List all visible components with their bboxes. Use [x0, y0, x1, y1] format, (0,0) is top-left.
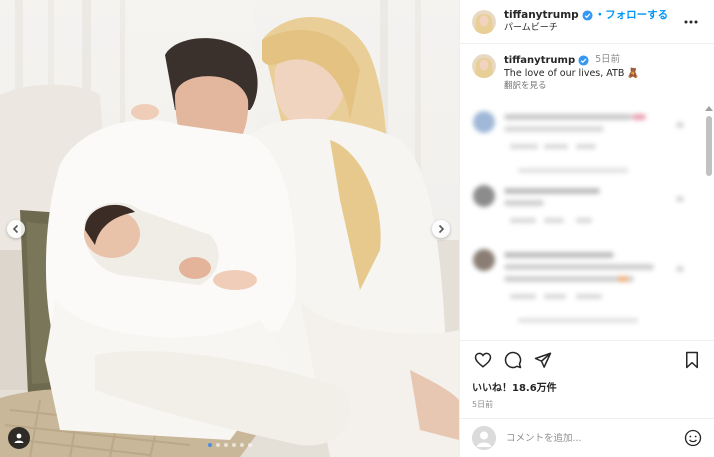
chevron-right-icon — [438, 224, 445, 234]
post-actions: いいね！18.6万件 5日前 — [460, 340, 714, 410]
heart-icon — [474, 352, 492, 368]
username[interactable]: tiffanytrump — [504, 9, 579, 22]
blurred-comments — [473, 111, 684, 323]
caption-username[interactable]: tiffanytrump — [504, 54, 575, 68]
post-photo[interactable] — [0, 0, 459, 457]
carousel-dot — [231, 443, 236, 447]
caption-text: The love of our lives, ATB 🧸 — [504, 67, 640, 79]
save-button[interactable] — [681, 349, 703, 371]
comments-section[interactable]: tiffanytrump 5日前 The love of our lives, … — [460, 44, 714, 340]
like-button[interactable] — [472, 349, 494, 371]
post-details-panel: tiffanytrump ・フォローする パームビーチ tiffanytrump… — [459, 0, 714, 457]
tagged-users-button[interactable] — [8, 427, 30, 449]
carousel-dot — [223, 443, 228, 447]
profile-photo — [472, 9, 496, 34]
add-comment-bar — [460, 418, 714, 457]
default-avatar-icon — [472, 426, 496, 450]
scroll-up-arrow-icon[interactable] — [705, 106, 713, 111]
comments-scrollbar[interactable] — [705, 106, 713, 340]
likes-count[interactable]: いいね！18.6万件 — [472, 379, 703, 394]
photo-image — [0, 0, 459, 457]
carousel-dot — [239, 443, 244, 447]
emoji-button[interactable] — [683, 428, 703, 448]
post-header: tiffanytrump ・フォローする パームビーチ — [460, 0, 714, 44]
viewer-avatar — [472, 426, 496, 450]
post-time[interactable]: 5日前 — [472, 399, 703, 410]
comment-button[interactable] — [502, 349, 524, 371]
more-options-button[interactable] — [680, 11, 702, 33]
paper-plane-icon — [534, 352, 552, 368]
carousel-next-button[interactable] — [432, 220, 450, 238]
caption-avatar[interactable] — [472, 54, 496, 78]
user-icon — [14, 433, 24, 443]
follow-button[interactable]: ・フォローする — [595, 9, 669, 22]
caption-time: 5日前 — [595, 54, 621, 66]
verified-badge-icon — [582, 10, 593, 21]
see-translation-link[interactable]: 翻訳を見る — [504, 81, 639, 92]
avatar[interactable] — [472, 9, 496, 34]
caption: tiffanytrump 5日前 The love of our lives, … — [472, 54, 701, 93]
carousel-dot — [215, 443, 220, 447]
profile-photo — [472, 54, 496, 78]
verified-badge-icon — [578, 55, 589, 66]
bookmark-icon — [686, 351, 698, 369]
scrollbar-thumb[interactable] — [706, 116, 712, 176]
more-horizontal-icon — [684, 20, 698, 23]
chevron-left-icon — [12, 224, 19, 234]
comment-icon — [504, 351, 522, 369]
carousel-dot — [207, 443, 212, 447]
carousel-indicator — [0, 443, 459, 447]
share-button[interactable] — [532, 349, 554, 371]
location-link[interactable]: パームビーチ — [504, 23, 680, 34]
smiley-icon — [684, 429, 702, 447]
carousel-dot — [247, 443, 252, 447]
comment-input[interactable] — [506, 432, 683, 444]
carousel-prev-button[interactable] — [7, 220, 25, 238]
